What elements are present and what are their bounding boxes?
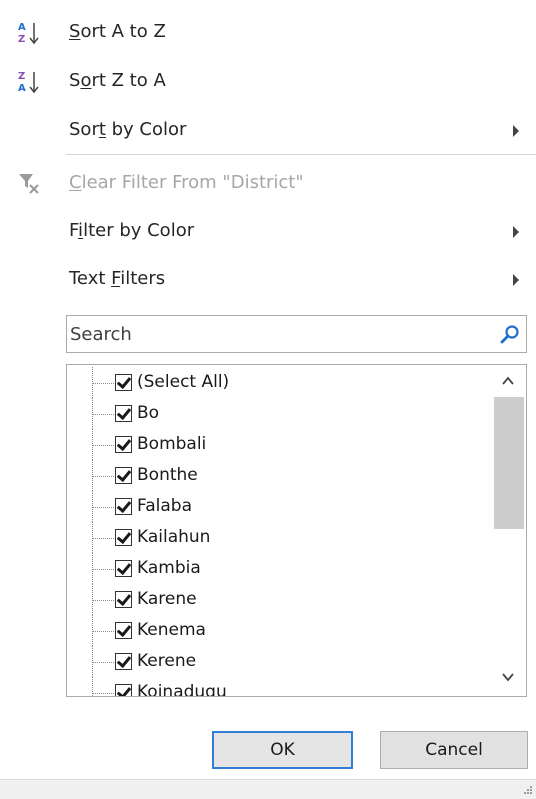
sort-a-to-z-item[interactable]: A Z Sort A to Z [0,8,536,58]
search-input[interactable] [70,319,490,349]
checkmark-icon [116,683,132,696]
list-item[interactable]: Bo [67,398,487,429]
sort-ascending-icon: A Z [18,22,39,45]
scroll-up-icon[interactable] [501,374,515,388]
checkbox[interactable] [115,497,132,515]
checkmark-icon [116,404,132,421]
checkmark-icon [116,559,132,576]
checkmark-icon [116,373,132,390]
list-item[interactable]: (Select All) [67,367,487,398]
checkmark-icon [116,652,132,669]
search-box [66,315,527,353]
checkbox[interactable] [115,559,132,577]
checkmark-icon [116,466,132,483]
sort-z-to-a-label: Sort Z to A [69,70,166,91]
filter-by-color-label: Filter by Color [69,220,195,241]
svg-text:Z: Z [18,71,25,82]
checkbox[interactable] [115,373,132,391]
list-item[interactable]: Kerene [67,646,487,677]
checkbox[interactable] [115,590,132,608]
text-filters-label: Text Filters [69,268,166,289]
list-item-label: Kenema [137,620,206,640]
list-item[interactable]: Falaba [67,491,487,522]
tree-line [92,662,114,663]
list-item[interactable]: Kenema [67,615,487,646]
checkmark-icon [116,497,132,514]
clear-filter-label: Clear Filter From "District" [69,172,304,193]
list-item-label: Kerene [137,651,197,671]
sort-by-color-label: Sort by Color [69,119,187,140]
list-item-label: Koinadugu [137,682,227,697]
svg-text:Z: Z [18,34,25,45]
checkbox[interactable] [115,404,132,422]
list-item[interactable]: Bombali [67,429,487,460]
search-icon[interactable] [500,324,520,344]
list-item[interactable]: Koinadugu [67,677,487,697]
sort-descending-icon: Z A [18,71,39,94]
submenu-arrow-icon [513,125,519,137]
list-item-label: Bombali [137,434,207,454]
checkbox[interactable] [115,435,132,453]
list-item[interactable]: Kambia [67,553,487,584]
value-checkbox-list[interactable]: (Select All) Bo Bombali Bonthe Falaba Kailahu… [66,364,527,697]
scrollbar-thumb[interactable] [494,397,524,529]
checkmark-icon [116,590,132,607]
tree-line [92,383,114,384]
list-scrollbar[interactable] [492,365,526,696]
scroll-down-icon[interactable] [501,670,515,684]
tree-line [92,538,114,539]
list-item-label: (Select All) [137,372,230,392]
tree-line [92,677,93,696]
clear-filter-item[interactable]: Clear Filter From "District" [0,159,536,209]
svg-text:A: A [18,83,26,94]
resize-grip-icon[interactable] [524,786,532,794]
tree-line [92,445,114,446]
tree-line [92,693,114,694]
text-filters-item[interactable]: Text Filters [0,255,536,305]
sort-a-to-z-label: Sort A to Z [69,21,166,42]
tree-line [92,507,114,508]
filter-dropdown-menu: A Z Sort A to Z Z A Sort Z to A Sort by … [0,0,536,799]
tree-line [92,414,114,415]
checkmark-icon [116,435,132,452]
sort-by-color-item[interactable]: Sort by Color [0,106,536,156]
clear-filter-icon [19,174,39,194]
checkbox[interactable] [115,528,132,546]
checkmark-icon [116,621,132,638]
list-item-label: Falaba [137,496,192,516]
sort-z-to-a-item[interactable]: Z A Sort Z to A [0,57,536,107]
list-item-label: Karene [137,589,197,609]
checkmark-icon [116,528,132,545]
list-item-label: Kailahun [137,527,211,547]
list-item[interactable]: Karene [67,584,487,615]
filter-by-color-item[interactable]: Filter by Color [0,207,536,257]
list-item-label: Bo [137,403,160,423]
checkbox[interactable] [115,466,132,484]
resize-bar [0,779,536,799]
menu-separator [66,154,536,155]
list-item-label: Bonthe [137,465,198,485]
tree-line [92,569,114,570]
tree-line [92,600,114,601]
checkbox[interactable] [115,683,132,696]
checkbox[interactable] [115,652,132,670]
submenu-arrow-icon [513,274,519,286]
tree-line [92,631,114,632]
checkbox[interactable] [115,621,132,639]
tree-line [92,476,114,477]
svg-text:A: A [18,22,26,33]
list-item[interactable]: Bonthe [67,460,487,491]
submenu-arrow-icon [513,226,519,238]
ok-button[interactable]: OK [212,731,353,769]
list-item[interactable]: Kailahun [67,522,487,553]
list-item-label: Kambia [137,558,201,578]
cancel-button[interactable]: Cancel [380,731,528,769]
